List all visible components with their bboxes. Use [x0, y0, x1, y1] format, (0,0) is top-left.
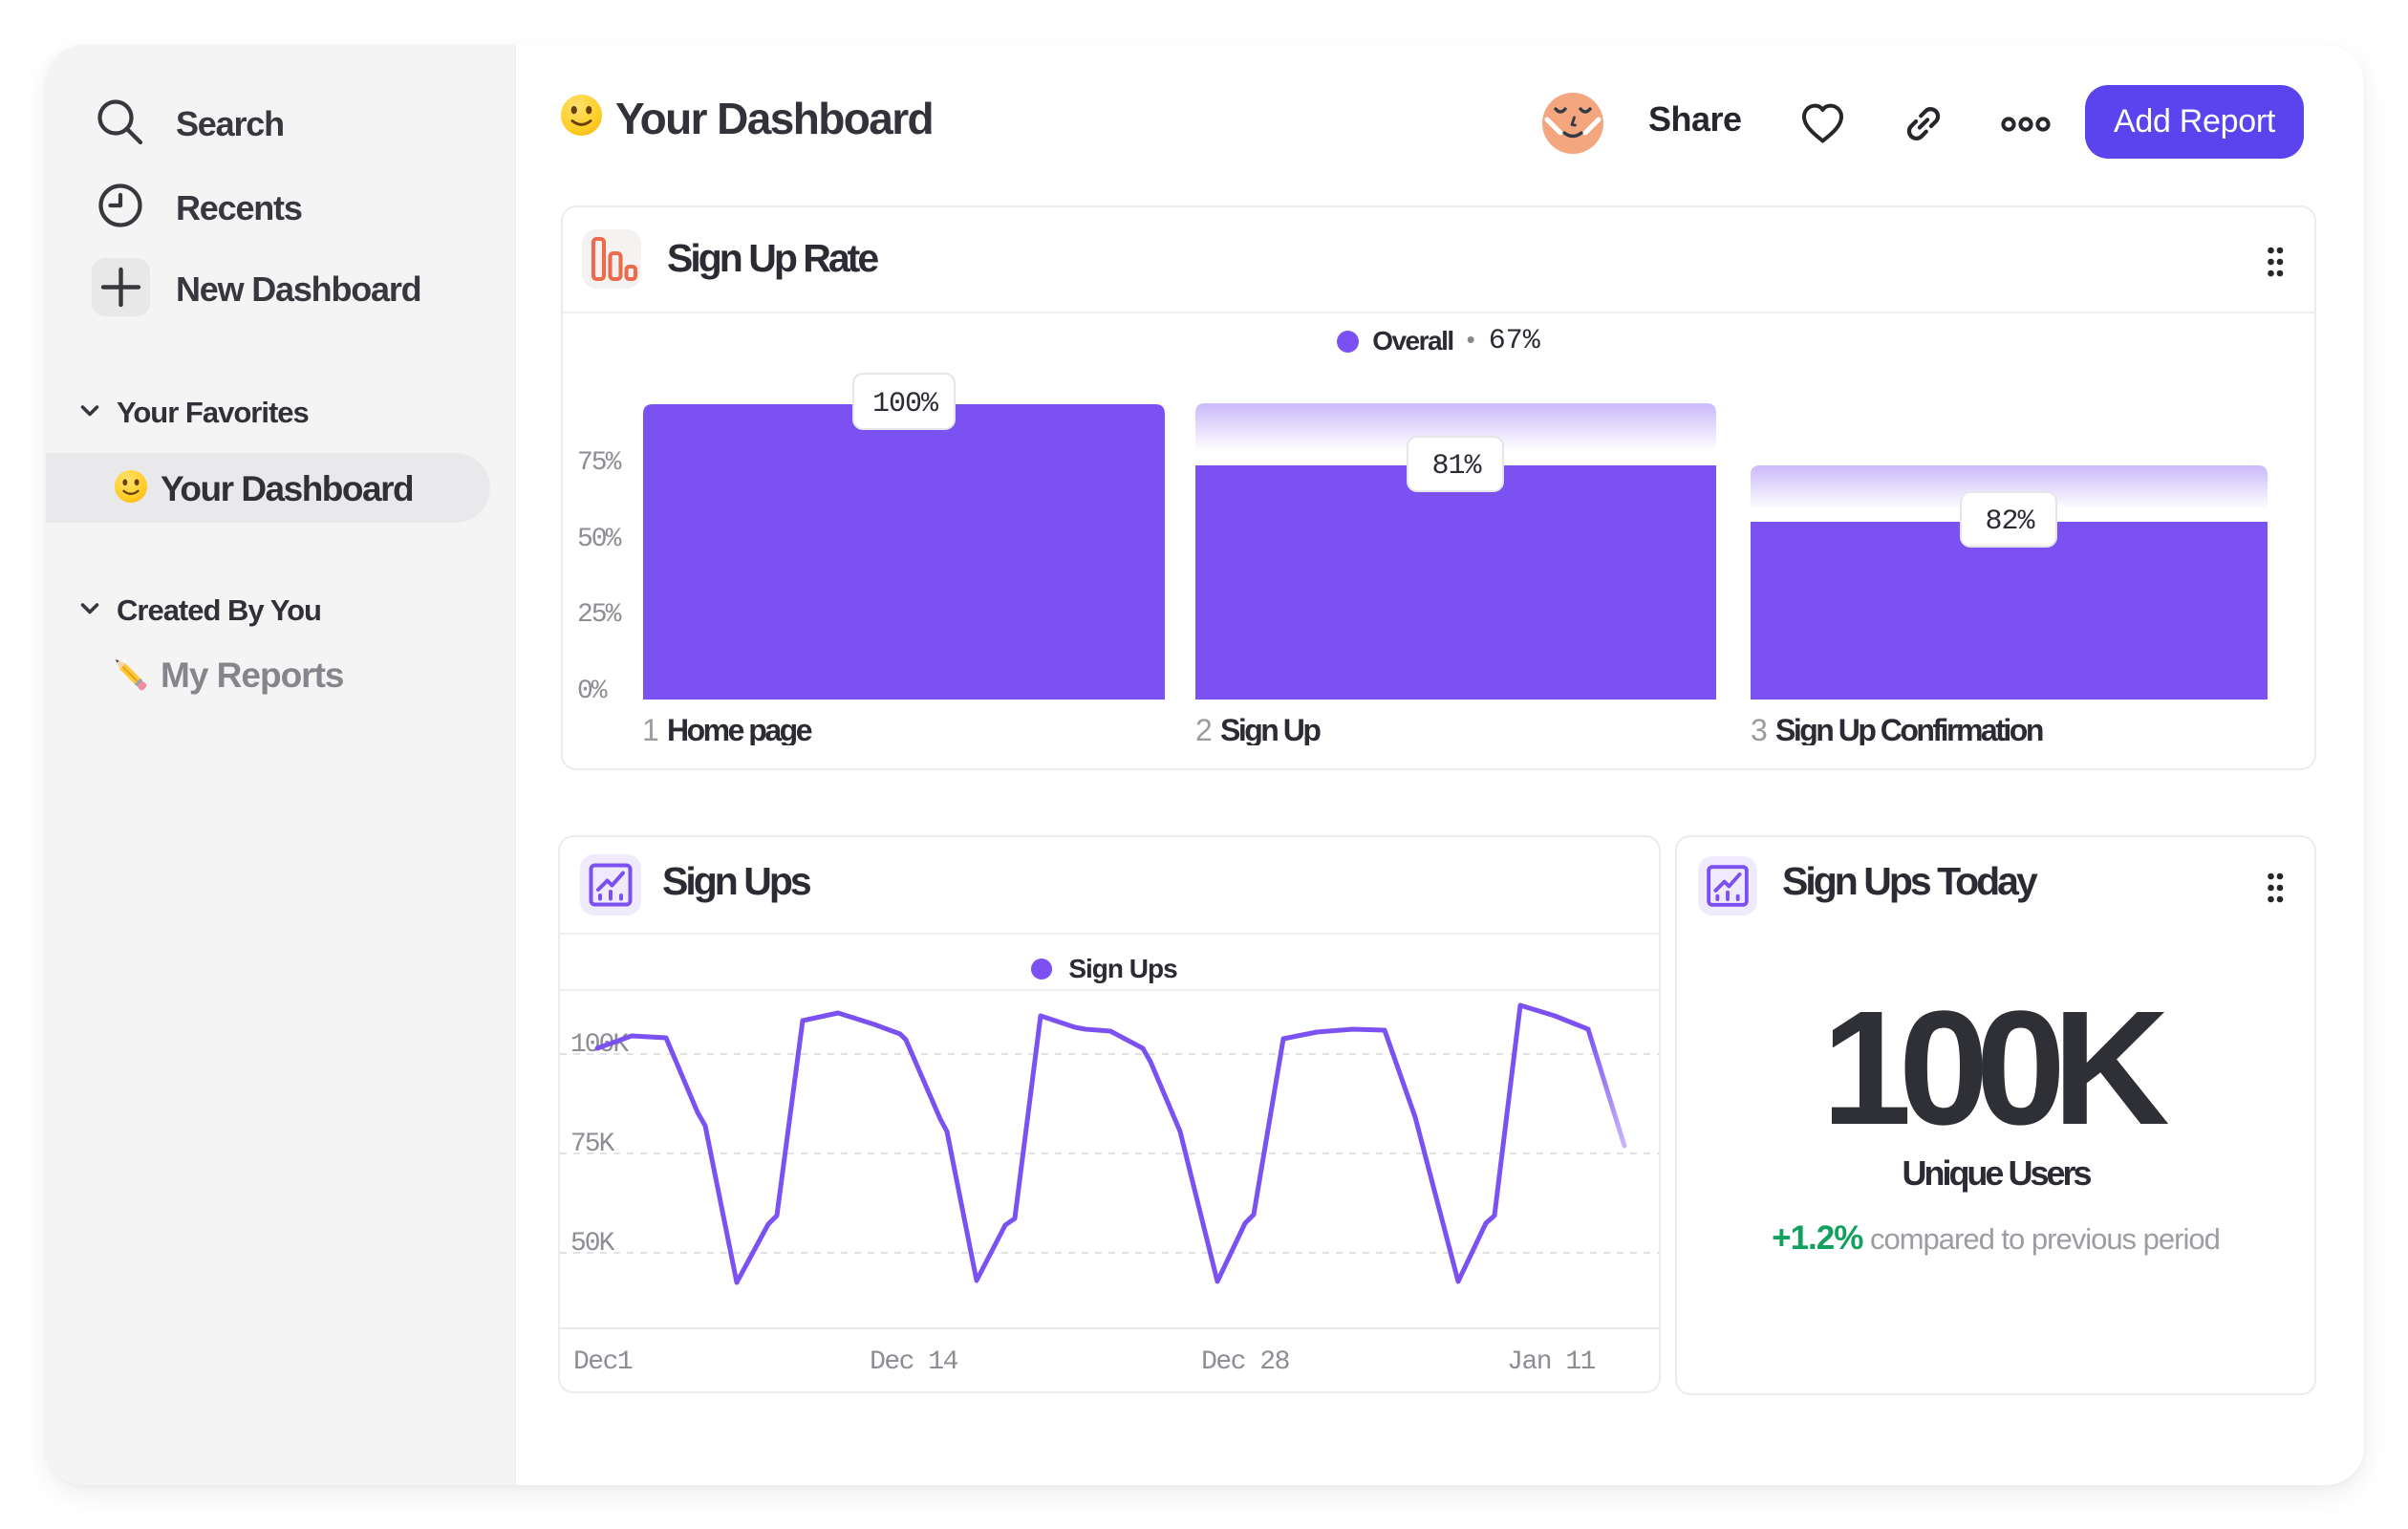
svg-text:2: 2 [1195, 713, 1212, 745]
svg-text:3: 3 [1751, 713, 1767, 745]
svg-text:81%: 81% [1431, 450, 1482, 483]
svg-text:Jan 11: Jan 11 [1507, 1347, 1596, 1377]
svg-text:75K: 75K [570, 1130, 615, 1159]
svg-text:50%: 50% [577, 525, 622, 554]
svg-text:Dec 14: Dec 14 [870, 1347, 958, 1377]
svg-text:75%: 75% [577, 448, 622, 478]
svg-text:Dec 28: Dec 28 [1201, 1347, 1289, 1377]
svg-text:Sign Up Confirmation: Sign Up Confirmation [1775, 713, 2043, 745]
svg-text:Dec1: Dec1 [573, 1347, 633, 1377]
svg-text:Sign Up: Sign Up [1220, 713, 1321, 745]
svg-text:100%: 100% [872, 388, 939, 420]
svg-text:50K: 50K [570, 1229, 615, 1259]
svg-text:1: 1 [642, 713, 658, 745]
svg-text:0%: 0% [577, 677, 608, 706]
svg-text:82%: 82% [1985, 506, 2035, 538]
svg-text:Home page: Home page [667, 713, 812, 745]
svg-text:25%: 25% [577, 600, 622, 630]
